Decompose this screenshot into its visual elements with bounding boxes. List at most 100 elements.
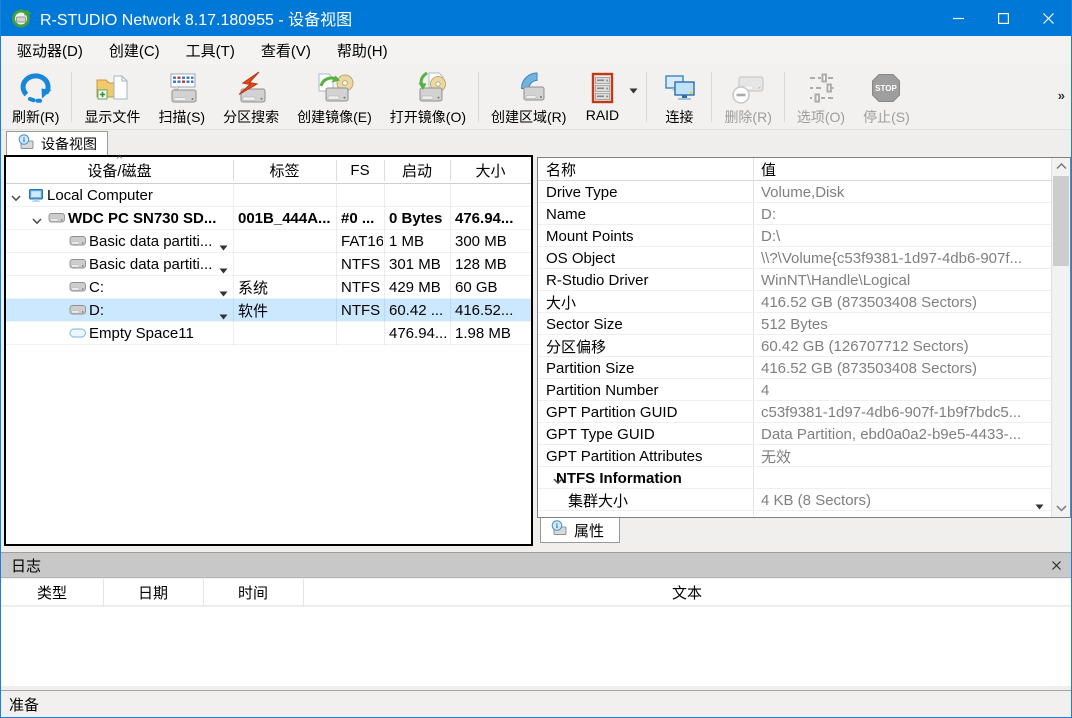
log-header-separator (103, 579, 104, 606)
property-row[interactable]: Sector Size512 Bytes (538, 313, 1051, 335)
refresh-button[interactable]: 刷新(R) (3, 65, 68, 129)
minimize-button[interactable] (936, 0, 981, 36)
raid-dropdown-icon[interactable] (629, 65, 643, 129)
property-row[interactable]: 集群大小4 KB (8 Sectors) (538, 489, 1051, 511)
property-row[interactable]: GPT Partition Attributes无效 (538, 445, 1051, 467)
property-row[interactable]: 分区偏移60.42 GB (126707712 Sectors) (538, 335, 1051, 357)
property-name: Mount Points (546, 225, 634, 247)
property-name: GPT Partition Attributes (546, 445, 702, 467)
cell-boot: 0 Bytes (389, 207, 449, 230)
device-row[interactable]: C:系统NTFS429 MB60 GB (6, 276, 531, 299)
close-button[interactable] (1026, 0, 1071, 36)
expand-chevron-icon[interactable] (31, 213, 43, 230)
toolbar-button-label: 显示文件 (84, 107, 140, 127)
device-name: C: (89, 276, 104, 299)
device-column-header-2[interactable]: 标签 (233, 157, 336, 184)
raid-button[interactable]: RAID (575, 65, 629, 129)
device-row[interactable]: Basic data partiti...NTFS301 MB128 MB (6, 253, 531, 276)
maximize-button[interactable] (981, 0, 1026, 36)
partition-search-button[interactable]: 分区搜索 (214, 65, 288, 129)
cell-fs: NTFS (341, 253, 383, 276)
log-close-icon[interactable] (1052, 561, 1061, 570)
property-row[interactable]: Partition Number4 (538, 379, 1051, 401)
device-row[interactable]: Local Computer (6, 184, 531, 207)
property-row[interactable]: Mount PointsD:\ (538, 225, 1051, 247)
scrollbar-up-icon[interactable] (1052, 158, 1070, 175)
toolbar-overflow-chevron[interactable]: » (1058, 88, 1065, 103)
property-row[interactable]: GPT Partition GUIDc53f9381-1d97-4db6-907… (538, 401, 1051, 423)
device-column-header-1[interactable]: 设备/磁盘^ (6, 157, 233, 184)
device-row[interactable]: WDC PC SN730 SD...001B_444A...#0 ...0 By… (6, 207, 531, 230)
device-cell: WDC PC SN730 SD... (6, 207, 233, 230)
menu-item-2[interactable]: 创建(C) (96, 37, 173, 64)
value-dropdown-icon[interactable] (1035, 497, 1044, 514)
stop-button: STOP停止(S) (854, 65, 919, 129)
show-files-button[interactable]: 显示文件 (75, 65, 149, 129)
row-dropdown-icon[interactable] (219, 238, 228, 253)
properties-column-header-1[interactable]: 名称 (546, 158, 576, 181)
device-row[interactable]: D:软件NTFS60.42 ...416.52... (6, 299, 531, 322)
properties-column-header-2[interactable]: 值 (761, 158, 776, 181)
row-dropdown-icon[interactable] (219, 261, 228, 276)
property-name-text: NTFS Information (556, 470, 682, 487)
log-column-header-1[interactable]: 类型 (1, 579, 103, 606)
section-chevron-icon[interactable] (552, 473, 564, 490)
statusbar: 准备 (1, 690, 1071, 717)
cell-boot: 301 MB (389, 253, 449, 276)
header-separator (336, 160, 337, 181)
device-row[interactable]: Empty Space11476.94...1.98 MB (6, 322, 531, 345)
tab-properties[interactable]: i 属性 (540, 518, 620, 543)
empty-disk-icon (69, 326, 87, 344)
device-column-header-3[interactable]: FS (336, 157, 384, 184)
svg-text:i: i (556, 522, 558, 530)
toolbar-button-label: 连接 (665, 107, 693, 127)
scan-button[interactable]: 扫描(S) (149, 65, 214, 129)
property-value: WinNT\Handle\Logical (761, 269, 1043, 291)
property-row[interactable]: GPT Type GUIDData Partition, ebd0a0a2-b9… (538, 423, 1051, 445)
properties-scrollbar[interactable] (1051, 158, 1070, 517)
column-gridline (450, 184, 451, 345)
disk-icon (69, 303, 87, 321)
property-row[interactable]: NameD: (538, 203, 1051, 225)
toolbar-button-label: 停止(S) (863, 107, 910, 127)
row-dropdown-icon[interactable] (219, 307, 228, 322)
device-name: Basic data partiti... (89, 253, 212, 276)
status-text: 准备 (9, 694, 39, 715)
raid-icon (584, 69, 620, 106)
log-column-header-3[interactable]: 时间 (203, 579, 303, 606)
open-image-button[interactable]: 打开镜像(O) (381, 65, 475, 129)
menu-item-4[interactable]: 查看(V) (248, 37, 324, 64)
scrollbar-thumb[interactable] (1053, 176, 1069, 266)
property-row[interactable]: OS Object\\?\Volume{c53f9381-1d97-4db6-9… (538, 247, 1051, 269)
property-row[interactable]: Drive TypeVolume,Disk (538, 181, 1051, 203)
log-column-header-2[interactable]: 日期 (103, 579, 203, 606)
property-name-text: Name (546, 206, 586, 223)
tab-device-view[interactable]: i 设备视图 (6, 131, 108, 155)
property-value: 416.52 GB (873503408 Sectors) (761, 357, 1043, 379)
property-name-text: Mount Points (546, 228, 634, 245)
device-column-header-4[interactable]: 启动 (384, 157, 450, 184)
connect-button[interactable]: 连接 (650, 65, 708, 129)
property-row[interactable]: NTFS Information (538, 467, 1051, 489)
scrollbar-down-icon[interactable] (1052, 500, 1070, 517)
row-dropdown-icon[interactable] (219, 284, 228, 299)
log-column-header-4[interactable]: 文本 (303, 579, 1071, 606)
property-row[interactable]: Partition Size416.52 GB (873503408 Secto… (538, 357, 1051, 379)
tab-device-view-label: 设备视图 (41, 134, 97, 154)
create-image-button[interactable]: 创建镜像(E) (288, 65, 381, 129)
property-value (761, 467, 1043, 489)
property-row[interactable]: R-Studio DriverWinNT\Handle\Logical (538, 269, 1051, 291)
log-header-separator (203, 579, 204, 606)
device-column-header-5[interactable]: 大小 (450, 157, 531, 184)
menu-item-3[interactable]: 工具(T) (173, 37, 248, 64)
toolbar-separator (478, 72, 479, 122)
menu-item-1[interactable]: 驱动器(D) (4, 37, 96, 64)
property-row[interactable]: 大小416.52 GB (873503408 Sectors) (538, 291, 1051, 313)
cell-size: 300 MB (455, 230, 530, 253)
expand-chevron-icon[interactable] (10, 190, 22, 207)
property-name: Name (546, 203, 586, 225)
create-region-button[interactable]: 创建区域(R) (482, 65, 575, 129)
device-row[interactable]: Basic data partiti...FAT161 MB300 MB (6, 230, 531, 253)
tab-properties-label: 属性 (574, 520, 604, 541)
menu-item-5[interactable]: 帮助(H) (324, 37, 401, 64)
